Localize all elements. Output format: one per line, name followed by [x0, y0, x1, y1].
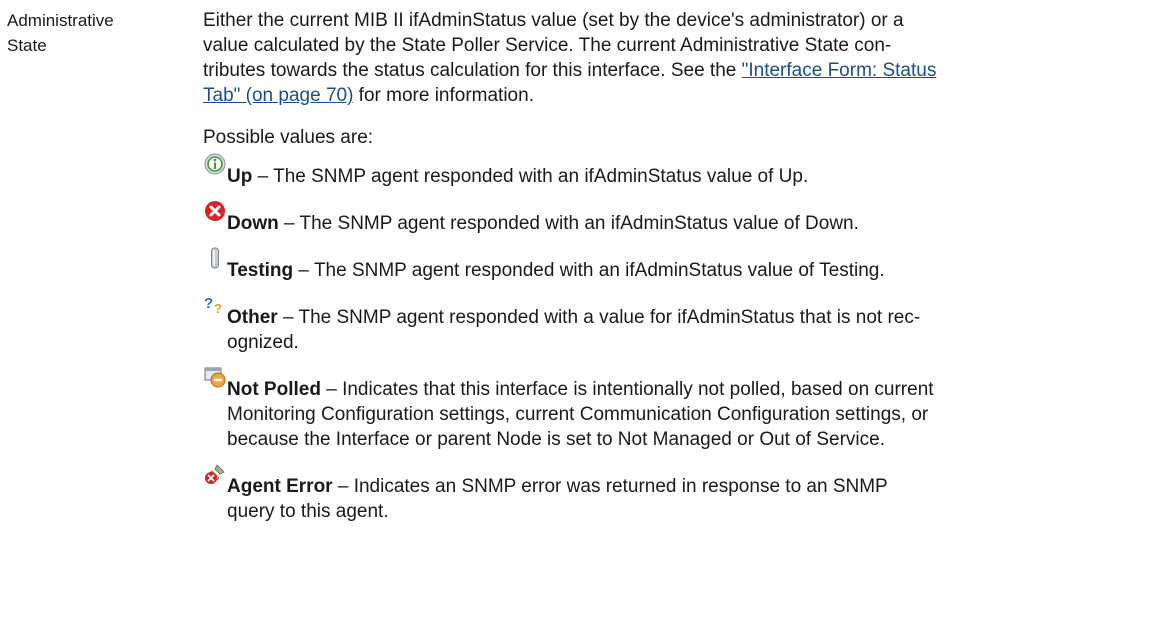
- description-column: Either the current MIB II ifAdminStatus …: [203, 8, 1103, 524]
- description-line-1: Either the current MIB II ifAdminStatus …: [203, 10, 904, 31]
- description-line-4: for more information.: [353, 85, 534, 106]
- value-desc-down: – The SNMP agent responded with an ifAdm…: [278, 213, 859, 234]
- value-item-other: ? ? Other – The SNMP agent responded wit…: [203, 295, 1103, 355]
- value-desc-agent-error-2: query to this agent.: [227, 501, 389, 522]
- info-up-icon: [203, 152, 227, 176]
- testing-tube-icon: [203, 246, 227, 270]
- value-desc-agent-error-1: – Indicates an SNMP error was returned i…: [332, 476, 888, 497]
- description-line-2: value calculated by the State Poller Ser…: [203, 35, 892, 56]
- value-name-not-polled: Not Polled: [227, 379, 321, 400]
- value-item-down: Down – The SNMP agent responded with an …: [203, 201, 1103, 236]
- red-x-down-icon: [203, 199, 227, 223]
- value-name-up: Up: [227, 166, 253, 187]
- term-column: Administrative State: [7, 8, 117, 58]
- value-item-up: Up – The SNMP agent responded with an if…: [203, 153, 1103, 189]
- svg-text:?: ?: [204, 295, 213, 312]
- value-name-down: Down: [227, 213, 279, 234]
- value-name-other: Other: [227, 307, 278, 328]
- value-desc-other-1: – The SNMP agent responded with a value …: [277, 307, 921, 328]
- question-marks-icon: ? ?: [203, 293, 227, 317]
- not-polled-icon: [203, 365, 227, 389]
- value-desc-other-2: ognized.: [227, 332, 299, 353]
- possible-values-label: Possible values are:: [203, 127, 374, 148]
- value-item-agent-error: Agent Error – Indicates an SNMP error wa…: [203, 464, 1103, 524]
- term-line-2: State: [7, 36, 47, 55]
- value-name-testing: Testing: [227, 260, 294, 281]
- svg-text:?: ?: [214, 301, 222, 316]
- value-desc-not-polled-2: Monitoring Configuration settings, curre…: [227, 404, 929, 425]
- link-text-part-1[interactable]: "Interface Form: Status: [742, 60, 937, 81]
- value-desc-not-polled-3: because the Interface or parent Node is …: [227, 429, 885, 450]
- value-item-not-polled: Not Polled – Indicates that this interfa…: [203, 367, 1103, 452]
- agent-error-icon: [203, 462, 227, 486]
- value-desc-up: – The SNMP agent responded with an ifAdm…: [252, 166, 809, 187]
- description-line-3: tributes towards the status calculation …: [203, 60, 742, 81]
- value-item-testing: Testing – The SNMP agent responded with …: [203, 247, 1103, 283]
- value-desc-testing: – The SNMP agent responded with an ifAdm…: [293, 260, 885, 281]
- value-name-agent-error: Agent Error: [227, 476, 333, 497]
- link-text-part-2[interactable]: Tab" (on page 70): [203, 85, 353, 106]
- term-line-1: Administrative: [7, 11, 114, 30]
- value-desc-not-polled-1: – Indicates that this interface is inten…: [320, 379, 934, 400]
- description-paragraph: Either the current MIB II ifAdminStatus …: [203, 8, 1103, 108]
